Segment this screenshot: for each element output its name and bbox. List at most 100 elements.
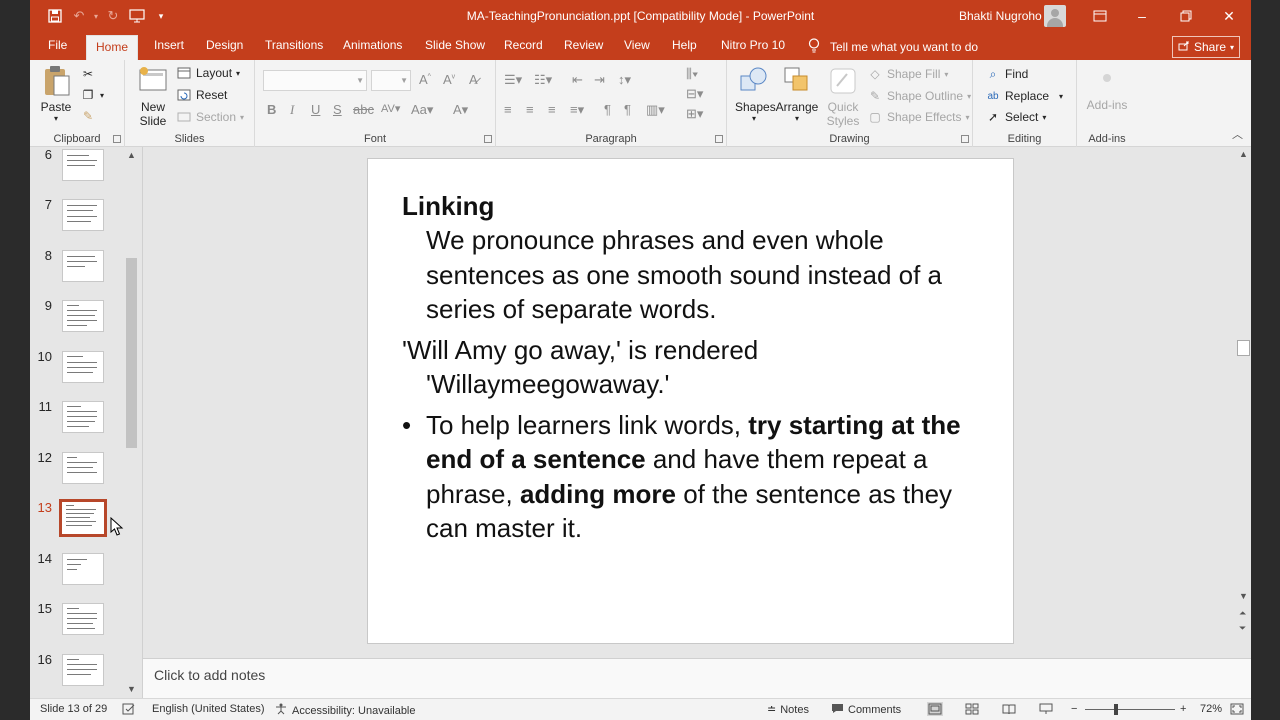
tab-animations[interactable]: Animations (343, 38, 402, 52)
decrease-indent-icon[interactable]: ⇤ (572, 72, 583, 88)
addins-button[interactable]: Add-ins (1083, 64, 1131, 112)
tab-home[interactable]: Home (86, 35, 139, 60)
notes-placeholder[interactable]: Click to add notes (154, 667, 265, 683)
format-painter-button[interactable]: ✎ (80, 108, 96, 124)
clipboard-launcher-icon[interactable] (113, 135, 121, 143)
select-button[interactable]: ➚ Select ▾ (985, 109, 1046, 125)
line-spacing-icon[interactable]: ↕▾ (618, 72, 631, 88)
align-center-icon[interactable]: ≡ (526, 102, 534, 117)
find-button[interactable]: ⌕ Find (985, 66, 1029, 82)
previous-slide-icon[interactable]: ⏶ (1239, 608, 1246, 619)
section-button[interactable]: Section ▾ (176, 109, 244, 125)
bullets-icon[interactable]: ☰▾ (504, 72, 522, 88)
zoom-slider-track[interactable] (1085, 709, 1175, 710)
increase-indent-icon[interactable]: ⇥ (594, 72, 605, 88)
minimize-icon[interactable]: – (1120, 0, 1164, 32)
font-launcher-icon[interactable] (484, 135, 492, 143)
arrange-button[interactable]: Arrange ▾ (775, 64, 819, 123)
tab-design[interactable]: Design (206, 38, 243, 52)
shrink-font-icon[interactable]: Av (443, 72, 455, 87)
restore-icon[interactable] (1164, 0, 1208, 32)
smartart-icon[interactable]: ⊞▾ (686, 106, 703, 122)
copy-button[interactable]: ❐ ▾ (80, 87, 104, 103)
normal-view-icon[interactable] (927, 702, 943, 716)
spelling-check-icon[interactable] (122, 703, 136, 715)
slide-counter[interactable]: Slide 13 of 29 (40, 703, 107, 715)
new-slide-button[interactable]: New Slide (135, 64, 171, 128)
shadow-icon[interactable]: S (333, 102, 342, 117)
shape-fill-button[interactable]: ◇ Shape Fill ▾ (867, 66, 948, 82)
character-spacing-icon[interactable]: AV▾ (381, 102, 400, 115)
font-size-combo[interactable]: ▼ (371, 70, 411, 91)
notes-button[interactable]: ≐ Notes (767, 703, 809, 717)
tab-slide-show[interactable]: Slide Show (425, 38, 485, 52)
text-direction-icon[interactable]: ⫼▾ (686, 66, 698, 82)
comments-button[interactable]: Comments (831, 703, 901, 717)
underline-icon[interactable]: U (311, 102, 320, 117)
user-name[interactable]: Bhakti Nugroho (959, 9, 1042, 23)
tab-review[interactable]: Review (564, 38, 603, 52)
shapes-button[interactable]: Shapes ▾ (735, 64, 776, 123)
text-direction-ltr-icon[interactable]: ¶ (604, 102, 611, 117)
slide-scrollbar[interactable]: ▲ ▼ ⏶ ⏷ (1236, 147, 1251, 637)
slide-paragraph[interactable]: 'Will Amy go away,' is rendered 'Willaym… (402, 333, 992, 402)
tab-insert[interactable]: Insert (154, 38, 184, 52)
zoom-in-icon[interactable]: + (1180, 703, 1186, 715)
share-button[interactable]: Share ▾ (1172, 36, 1240, 58)
scroll-down-icon[interactable]: ▼ (127, 684, 136, 694)
quick-styles-button[interactable]: Quick Styles (823, 64, 863, 128)
cut-button[interactable]: ✂ (80, 66, 96, 82)
font-name-combo[interactable]: ▼ (263, 70, 367, 91)
grow-font-icon[interactable]: A^ (419, 72, 431, 87)
scroll-down-icon[interactable]: ▼ (1239, 591, 1248, 601)
paste-button[interactable]: Paste ▾ (38, 64, 74, 123)
justify-icon[interactable]: ≡▾ (570, 102, 584, 118)
slide-sorter-icon[interactable] (965, 703, 979, 715)
scroll-up-icon[interactable]: ▲ (1239, 149, 1248, 159)
layout-button[interactable]: Layout ▾ (176, 65, 240, 81)
numbering-icon[interactable]: ☷▾ (534, 72, 552, 88)
clear-formatting-icon[interactable]: A̷ (469, 72, 478, 87)
current-slide[interactable]: Linking We pronounce phrases and even wh… (367, 158, 1014, 644)
text-direction-rtl-icon[interactable]: ¶ (624, 102, 631, 117)
next-slide-icon[interactable]: ⏷ (1239, 623, 1246, 634)
tab-view[interactable]: View (624, 38, 650, 52)
align-text-icon[interactable]: ⊟▾ (686, 86, 703, 102)
tab-record[interactable]: Record (504, 38, 543, 52)
thumbnail-scrollbar[interactable]: ▲ ▼ (124, 150, 139, 696)
language-indicator[interactable]: English (United States) (152, 703, 265, 715)
accessibility-status[interactable]: Accessibility: Unavailable (274, 703, 416, 718)
strikethrough-icon[interactable]: abc (353, 102, 374, 117)
reset-button[interactable]: Reset (176, 87, 227, 103)
bold-icon[interactable]: B (267, 102, 276, 117)
italic-icon[interactable]: I (290, 102, 294, 118)
replace-button[interactable]: ab Replace ▾ (985, 88, 1063, 104)
zoom-slider-thumb[interactable] (1114, 704, 1118, 715)
tell-me-search[interactable]: Tell me what you want to do (808, 38, 978, 56)
slideshow-view-icon[interactable] (1039, 703, 1053, 715)
collapse-ribbon-icon[interactable]: ︿ (1232, 126, 1243, 142)
align-right-icon[interactable]: ≡ (548, 102, 556, 117)
paragraph-launcher-icon[interactable] (715, 135, 723, 143)
columns-icon[interactable]: ▥▾ (646, 102, 665, 118)
scrollbar-thumb[interactable] (1237, 340, 1250, 356)
font-color-icon[interactable]: A▾ (453, 102, 468, 118)
tab-help[interactable]: Help (672, 38, 697, 52)
change-case-icon[interactable]: Aa▾ (411, 102, 433, 118)
tab-nitro-pro[interactable]: Nitro Pro 10 (721, 38, 785, 52)
reading-view-icon[interactable] (1002, 703, 1016, 715)
avatar[interactable] (1044, 5, 1066, 27)
tab-file[interactable]: File (48, 38, 67, 52)
close-icon[interactable]: ✕ (1207, 0, 1251, 32)
slide-bullet[interactable]: • To help learners link words, try start… (402, 408, 992, 546)
scroll-up-icon[interactable]: ▲ (127, 150, 136, 160)
fit-slide-icon[interactable] (1230, 703, 1244, 715)
scrollbar-thumb[interactable] (126, 258, 137, 448)
slide-title[interactable]: Linking (402, 189, 992, 223)
shape-outline-button[interactable]: ✎ Shape Outline ▾ (867, 88, 971, 104)
drawing-launcher-icon[interactable] (961, 135, 969, 143)
zoom-level[interactable]: 72% (1200, 703, 1222, 715)
tab-transitions[interactable]: Transitions (265, 38, 323, 52)
align-left-icon[interactable]: ≡ (504, 102, 512, 117)
zoom-out-icon[interactable]: − (1071, 703, 1077, 715)
